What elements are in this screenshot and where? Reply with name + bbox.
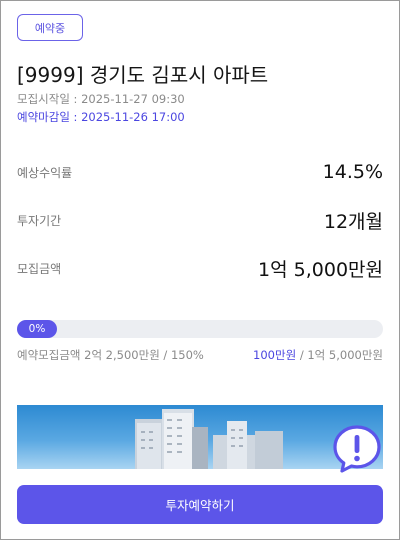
reserved-amount-text: 예약모집금액 2억 2,500만원 / 150% (17, 348, 204, 362)
exclamation-bubble-icon[interactable] (331, 423, 383, 475)
stat-label: 예상수익률 (17, 165, 73, 180)
property-photo (17, 405, 383, 469)
product-card: 예약중 [9999] 경기도 김포시 아파트 모집시작일 : 2025-11-2… (0, 0, 400, 540)
status-badge: 예약중 (17, 14, 83, 41)
stat-label: 모집금액 (17, 262, 62, 276)
recruit-start-date: 모집시작일 : 2025-11-27 09:30 (17, 92, 185, 106)
apartment-buildings-illustration (135, 409, 283, 469)
funding-progress-bar: 0% (17, 320, 383, 338)
stat-label: 투자기간 (17, 214, 62, 228)
funding-amounts: 예약모집금액 2억 2,500만원 / 150% 100만원 / 1억 5,00… (17, 347, 383, 363)
invest-reservation-button[interactable]: 투자예약하기 (17, 485, 383, 524)
current-amount: 100만원 (253, 348, 297, 362)
progress-percent-label: 0% (28, 323, 46, 335)
funded-amount-text: 100만원 / 1억 5,000만원 (253, 347, 383, 363)
page-title: [9999] 경기도 김포시 아파트 (17, 63, 269, 87)
stat-row-recruit-amount: 모집금액 1억 5,000만원 (17, 255, 383, 282)
stat-value: 14.5% (322, 161, 383, 183)
stat-row-investment-period: 투자기간 12개월 (17, 207, 383, 234)
stat-row-expected-return: 예상수익률 14.5% (17, 161, 383, 183)
total-amount: / 1억 5,000만원 (296, 348, 383, 362)
progress-fill: 0% (17, 320, 57, 338)
stat-value: 1억 5,000만원 (258, 259, 383, 281)
stat-value: 12개월 (323, 211, 383, 233)
reservation-deadline-date: 예약마감일 : 2025-11-26 17:00 (17, 110, 185, 124)
